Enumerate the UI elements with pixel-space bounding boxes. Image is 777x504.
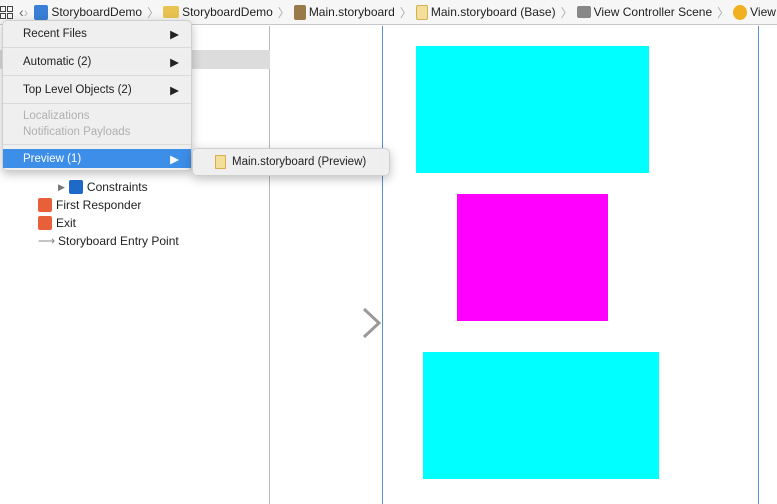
crumb-label: Main.storyboard [308,5,395,19]
constraints-icon [68,180,83,194]
crumb-label: Main.storyboard (Base) [430,5,556,19]
arrow-right-icon: ⟶ [38,234,56,248]
preview-submenu: Main.storyboard (Preview) [192,148,390,176]
storyboard-icon [293,4,306,20]
row-label: Exit [56,216,77,230]
outline-row-entry-point[interactable]: ⟶ Storyboard Entry Point [38,232,179,250]
grid-icon [0,5,13,19]
menu-item-preview[interactable]: Preview (1) ▶ [3,149,191,168]
chevron-icon: 〉 [560,5,573,20]
row-label: Storyboard Entry Point [58,234,179,248]
row-label: First Responder [56,198,142,212]
menu-label: Preview (1) [23,152,82,165]
chevron-icon: 〉 [147,5,160,20]
view-controller-right-edge [758,26,759,504]
outline-row-first-responder[interactable]: First Responder [38,196,141,214]
submenu-arrow-icon: ▶ [170,84,179,97]
crumb-label: View Controller Scene [593,5,713,19]
menu-label: Localizations [23,110,90,122]
scene-icon [576,6,591,18]
related-items-menu: Recent Files ▶ Automatic (2) ▶ Top Level O… [2,20,192,171]
outline-row-constraints[interactable]: ▶ Constraints [58,178,148,196]
cyan-view-top[interactable] [416,46,649,173]
chevron-icon: 〉 [399,5,412,20]
menu-separator [3,103,191,104]
cyan-view-bottom[interactable] [423,352,659,479]
submenu-arrow-icon: ▶ [170,28,179,41]
menu-separator [3,75,191,76]
menu-label: Notification Payloads [23,126,131,138]
magenta-view[interactable] [457,194,608,321]
chevron-right-icon: › [23,4,29,20]
menu-label: Top Level Objects (2) [23,83,132,96]
exit-icon [38,216,52,230]
chevron-icon: 〉 [277,5,290,20]
disclosure-triangle-icon[interactable]: ▶ [58,182,65,193]
breadcrumb-storyboard-base[interactable]: Main.storyboard (Base) 〉 [415,4,577,21]
row-label: Constraints [86,180,148,194]
storyboard-file-icon [415,4,428,20]
menu-label: Recent Files [23,27,87,40]
project-icon [34,4,49,20]
view-controller-left-edge [382,26,383,504]
menu-item-recent-files[interactable]: Recent Files ▶ [3,24,191,43]
menu-item-automatic[interactable]: Automatic (2) ▶ [3,52,191,71]
crumb-label: StoryboardDemo [182,5,273,19]
crumb-label: View [750,5,776,19]
chevron-icon: 〉 [717,5,730,20]
outline-row-exit[interactable]: Exit [38,214,76,232]
crumb-label: StoryboardDemo [51,5,143,19]
menu-item-notification-payloads: Notification Payloads [3,124,191,140]
breadcrumb-view-controller[interactable]: View [733,4,777,20]
breadcrumb-folder[interactable]: StoryboardDemo 〉 [163,4,294,21]
entry-point-arrow-icon[interactable] [283,308,383,338]
first-responder-icon [38,198,52,212]
menu-item-localizations: Localizations [3,108,191,124]
storyboard-canvas[interactable] [271,26,777,504]
breadcrumb-project[interactable]: StoryboardDemo 〉 [34,4,163,21]
view-controller-icon [733,4,748,20]
submenu-arrow-icon: ▶ [170,56,179,69]
folder-icon [163,6,180,18]
breadcrumb-scene[interactable]: View Controller Scene 〉 [576,4,734,21]
menu-separator [3,47,191,48]
menu-label: Automatic (2) [23,55,92,68]
storyboard-file-icon [215,155,226,169]
submenu-item-main-storyboard-preview[interactable]: Main.storyboard (Preview) [232,156,366,168]
submenu-arrow-icon: ▶ [170,153,179,166]
breadcrumb-storyboard[interactable]: Main.storyboard 〉 [293,4,416,21]
menu-separator [3,144,191,145]
menu-item-top-level-objects[interactable]: Top Level Objects (2) ▶ [3,80,191,99]
